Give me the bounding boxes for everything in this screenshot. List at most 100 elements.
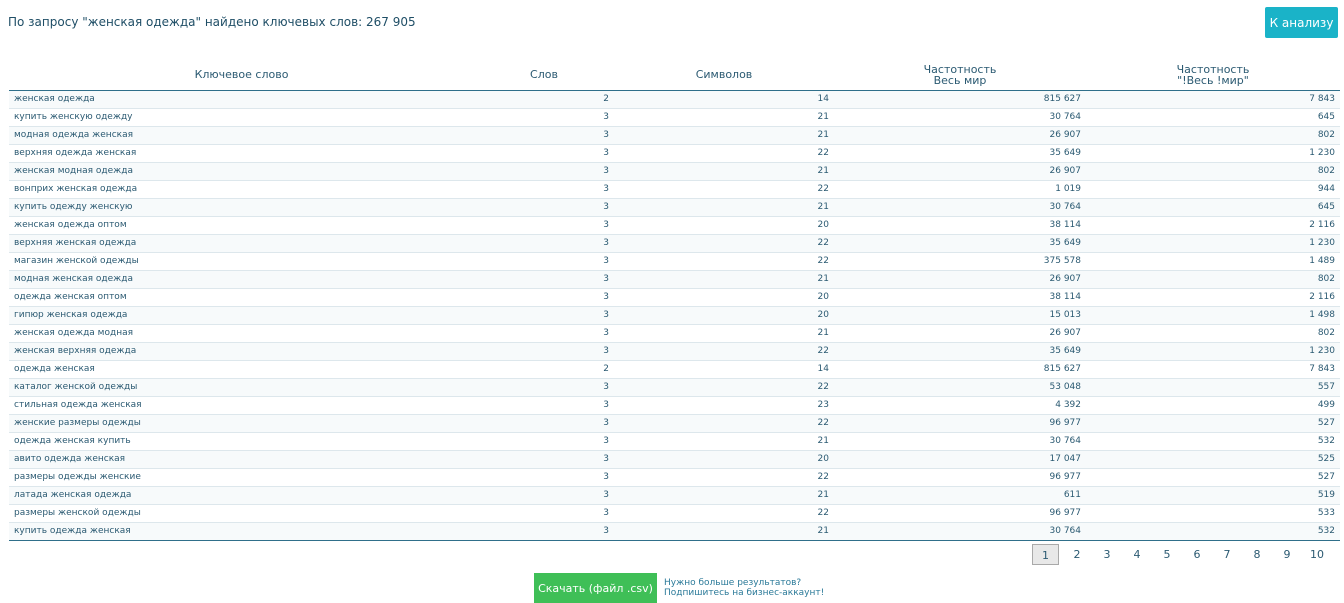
page-link[interactable]: 3 (1092, 544, 1122, 565)
freq-exact-cell: 525 (1086, 450, 1340, 469)
col-header-keyword[interactable]: Ключевое слово (9, 59, 474, 91)
freq-world-cell: 26 907 (834, 126, 1086, 145)
freq-exact-cell: 1 230 (1086, 144, 1340, 163)
freq-world-cell: 30 764 (834, 108, 1086, 127)
freq-exact-cell: 499 (1086, 396, 1340, 415)
keyword-cell[interactable]: латада женская одежда (9, 486, 474, 505)
keyword-cell[interactable]: женская верхняя одежда (9, 342, 474, 361)
freq-exact-cell: 7 843 (1086, 90, 1340, 109)
chars-cell: 22 (614, 180, 834, 199)
keyword-cell[interactable]: одежда женская оптом (9, 288, 474, 307)
download-csv-button[interactable]: Скачать (файл .csv) (534, 573, 657, 603)
keyword-cell[interactable]: авито одежда женская (9, 450, 474, 469)
keyword-cell[interactable]: одежда женская купить (9, 432, 474, 451)
table-header-row: Ключевое слово Слов Символов Частотность… (9, 59, 1340, 91)
keyword-cell[interactable]: модная женская одежда (9, 270, 474, 289)
freq-exact-cell: 533 (1086, 504, 1340, 523)
chars-cell: 20 (614, 216, 834, 235)
freq-exact-cell: 802 (1086, 324, 1340, 343)
words-cell: 3 (474, 234, 614, 253)
table-row: женская одежда модная 3 21 26 907 802 (9, 324, 1340, 343)
chars-cell: 14 (614, 90, 834, 109)
keyword-cell[interactable]: магазин женской одежды (9, 252, 474, 271)
page-link[interactable]: 6 (1182, 544, 1212, 565)
words-cell: 2 (474, 360, 614, 379)
keyword-cell[interactable]: размеры одежды женские (9, 468, 474, 487)
freq-world-cell: 96 977 (834, 414, 1086, 433)
table-row: каталог женской одежды 3 22 53 048 557 (9, 378, 1340, 397)
table-row: женская модная одежда 3 21 26 907 802 (9, 162, 1340, 181)
words-cell: 3 (474, 468, 614, 487)
col-header-freq-world[interactable]: Частотность Весь мир (834, 59, 1086, 91)
freq-exact-cell: 519 (1086, 486, 1340, 505)
words-cell: 3 (474, 414, 614, 433)
chars-cell: 22 (614, 414, 834, 433)
freq-exact-cell: 2 116 (1086, 216, 1340, 235)
freq-exact-cell: 2 116 (1086, 288, 1340, 307)
business-account-promo-link[interactable]: Нужно больше результатов? Подпишитесь на… (664, 578, 824, 598)
table-row: купить женскую одежду 3 21 30 764 645 (9, 108, 1340, 127)
freq-world-cell: 4 392 (834, 396, 1086, 415)
page-link[interactable]: 4 (1122, 544, 1152, 565)
chars-cell: 21 (614, 198, 834, 217)
table-row: верхняя женская одежда 3 22 35 649 1 230 (9, 234, 1340, 253)
keyword-cell[interactable]: купить одежду женскую (9, 198, 474, 217)
page-link[interactable]: 10 (1302, 544, 1332, 565)
freq-exact-cell: 944 (1086, 180, 1340, 199)
keyword-cell[interactable]: купить одежда женская (9, 522, 474, 541)
words-cell: 3 (474, 180, 614, 199)
words-cell: 3 (474, 450, 614, 469)
words-cell: 3 (474, 144, 614, 163)
freq-exact-cell: 1 489 (1086, 252, 1340, 271)
keyword-cell[interactable]: одежда женская (9, 360, 474, 379)
col-header-words[interactable]: Слов (474, 59, 614, 91)
col-header-chars[interactable]: Символов (614, 59, 834, 91)
words-cell: 3 (474, 306, 614, 325)
keyword-cell[interactable]: женская одежда (9, 90, 474, 109)
table-row: размеры женской одежды 3 22 96 977 533 (9, 504, 1340, 523)
chars-cell: 22 (614, 378, 834, 397)
keyword-cell[interactable]: модная одежда женская (9, 126, 474, 145)
page-link[interactable]: 2 (1062, 544, 1092, 565)
keyword-cell[interactable]: каталог женской одежды (9, 378, 474, 397)
table-row: купить одежда женская 3 21 30 764 532 (9, 522, 1340, 541)
freq-world-cell: 38 114 (834, 288, 1086, 307)
table-row: верхняя одежда женская 3 22 35 649 1 230 (9, 144, 1340, 163)
page-link[interactable]: 9 (1272, 544, 1302, 565)
table-body: женская одежда 2 14 815 627 7 843 купить женс… (9, 90, 1340, 541)
page-link[interactable]: 8 (1242, 544, 1272, 565)
freq-world-cell: 1 019 (834, 180, 1086, 199)
chars-cell: 22 (614, 342, 834, 361)
keyword-cell[interactable]: вонприх женская одежда (9, 180, 474, 199)
table-row: магазин женской одежды 3 22 375 578 1 489 (9, 252, 1340, 271)
chars-cell: 21 (614, 108, 834, 127)
keyword-cell[interactable]: женская одежда оптом (9, 216, 474, 235)
keyword-cell[interactable]: женская одежда модная (9, 324, 474, 343)
table-row: женская верхняя одежда 3 22 35 649 1 230 (9, 342, 1340, 361)
keyword-cell[interactable]: верхняя одежда женская (9, 144, 474, 163)
page-link[interactable]: 5 (1152, 544, 1182, 565)
table-row: женские размеры одежды 3 22 96 977 527 (9, 414, 1340, 433)
keyword-cell[interactable]: размеры женской одежды (9, 504, 474, 523)
col-header-freq-exact[interactable]: Частотность "!Весь !мир" (1086, 59, 1340, 91)
chars-cell: 22 (614, 504, 834, 523)
keyword-cell[interactable]: гипюр женская одежда (9, 306, 474, 325)
keyword-cell[interactable]: женская модная одежда (9, 162, 474, 181)
keyword-cell[interactable]: женские размеры одежды (9, 414, 474, 433)
words-cell: 3 (474, 504, 614, 523)
freq-exact-cell: 802 (1086, 270, 1340, 289)
keyword-cell[interactable]: купить женскую одежду (9, 108, 474, 127)
keyword-cell[interactable]: верхняя женская одежда (9, 234, 474, 253)
chars-cell: 22 (614, 468, 834, 487)
freq-exact-cell: 527 (1086, 468, 1340, 487)
freq-world-cell: 26 907 (834, 270, 1086, 289)
promo-line-2: Подпишитесь на бизнес-аккаунт! (664, 588, 825, 598)
to-analysis-button[interactable]: К анализу (1265, 7, 1338, 38)
keyword-cell[interactable]: стильная одежда женская (9, 396, 474, 415)
page-current[interactable]: 1 (1032, 543, 1059, 565)
table-row: авито одежда женская 3 20 17 047 525 (9, 450, 1340, 469)
freq-exact-cell: 802 (1086, 162, 1340, 181)
page-link[interactable]: 7 (1212, 544, 1242, 565)
words-cell: 3 (474, 198, 614, 217)
table-row: размеры одежды женские 3 22 96 977 527 (9, 468, 1340, 487)
